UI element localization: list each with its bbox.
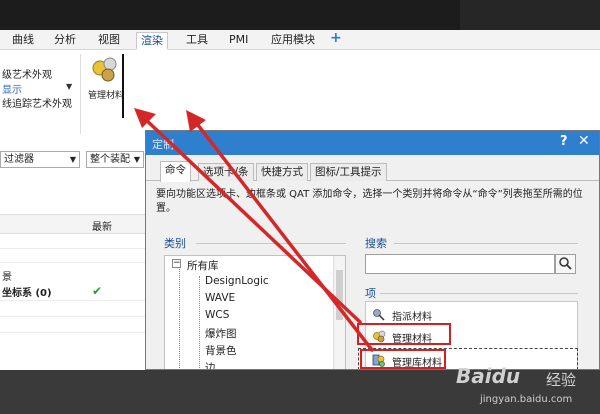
tab-commands[interactable]: 命令 (160, 161, 191, 182)
help-icon[interactable]: ? (560, 134, 568, 149)
list-item-assign-material[interactable]: 指派材料 (366, 304, 579, 324)
column-latest: 最新 (92, 222, 112, 233)
tree-item[interactable]: 背景色 (205, 343, 237, 358)
row-divider (0, 316, 145, 317)
ribbon-tab-bar: 曲线 分析 视图 渲染 工具 PMI 应用模块 + (0, 30, 600, 50)
category-tree[interactable]: − 所有库 DesignLogic WAVE WCS 爆炸图 背景色 边 (164, 255, 346, 369)
tree-scrollbar[interactable] (333, 256, 345, 369)
row-divider (0, 248, 145, 249)
section-divider (380, 293, 578, 294)
plus-icon[interactable]: + (326, 30, 346, 48)
tree-line (179, 262, 180, 369)
watermark-logo: Baidu (456, 364, 521, 388)
tree-line (199, 276, 200, 369)
customize-dialog: 定制 ? ✕ 命令 选项卡/条 快捷方式 图标/工具提示 要向功能区选项卡、边框… (145, 130, 600, 370)
ribbon-item-raytrace-appearance[interactable]: 线追踪艺术外观 (2, 95, 72, 110)
collapse-icon[interactable]: − (172, 259, 181, 268)
ribbon-group-label: 显示 (2, 85, 22, 96)
part-navigator (0, 144, 145, 370)
dialog-title: 定制 (152, 138, 174, 151)
tree-item-all-libraries[interactable]: 所有库 (187, 258, 219, 273)
assign-material-icon (373, 309, 385, 321)
tab-pmi[interactable]: PMI (225, 32, 252, 50)
search-icon (559, 257, 572, 270)
dialog-description: 要向功能区选项卡、边框条或 QAT 添加命令，选择一个类别并将命令从“命令”列表… (156, 189, 583, 214)
tab-tools[interactable]: 工具 (182, 32, 212, 50)
navigator-header: 最新 (0, 214, 145, 234)
navigator-item[interactable]: 坐标系 (0) (2, 284, 52, 299)
search-input[interactable] (365, 254, 555, 274)
row-divider (0, 262, 145, 263)
tab-curve[interactable]: 曲线 (8, 32, 38, 50)
search-button[interactable] (555, 254, 576, 274)
tree-item[interactable]: DesignLogic (205, 275, 269, 287)
tree-item[interactable]: WAVE (205, 292, 235, 304)
close-icon[interactable]: ✕ (578, 133, 590, 149)
watermark: Baidu 经验 jingyan.baidu.com (440, 362, 600, 414)
items-label: 项 (365, 287, 376, 300)
section-divider (394, 243, 578, 244)
highlight-box (360, 349, 446, 369)
assembly-select-value: 整个装配 (90, 154, 130, 165)
ribbon-item-artistic-appearance[interactable]: 级艺术外观 (2, 66, 52, 81)
tab-render[interactable]: 渲染 (136, 32, 168, 50)
filter-select-value: 过滤器 (4, 154, 34, 165)
category-label: 类别 (164, 237, 186, 250)
check-icon: ✔ (92, 284, 103, 298)
materials-icon (92, 57, 117, 82)
row-divider (0, 300, 145, 301)
text-cursor (122, 54, 124, 118)
tab-icons-tooltips[interactable]: 图标/工具提示 (310, 163, 387, 181)
tab-application[interactable]: 应用模块 (267, 32, 319, 50)
tree-item[interactable]: WCS (205, 309, 229, 321)
list-item-label: 指派材料 (392, 312, 432, 323)
ribbon-divider (80, 54, 81, 134)
chevron-down-icon: ▼ (69, 155, 76, 164)
tab-tabs-bars[interactable]: 选项卡/条 (198, 163, 254, 181)
tree-item[interactable]: 边 (205, 360, 216, 369)
tab-view[interactable]: 视图 (94, 32, 124, 50)
chevron-down-icon[interactable]: ▼ (66, 82, 72, 91)
highlight-box (357, 323, 451, 345)
tree-item[interactable]: 爆炸图 (205, 326, 237, 341)
search-label: 搜索 (365, 237, 387, 250)
filter-select[interactable]: 过滤器 ▼ (0, 151, 80, 168)
assembly-select[interactable]: 整个装配 ▼ (86, 151, 144, 168)
dialog-title-bar: 定制 ? ✕ (146, 131, 599, 155)
watermark-url: jingyan.baidu.com (480, 394, 573, 405)
app-window: 曲线 分析 视图 渲染 工具 PMI 应用模块 + 级艺术外观 线追踪艺术外观 … (0, 0, 600, 370)
dialog-tab-bar: 命令 选项卡/条 快捷方式 图标/工具提示 (146, 161, 599, 182)
tab-analysis[interactable]: 分析 (50, 32, 80, 50)
navigator-item[interactable]: 景 (2, 268, 12, 283)
tab-shortcuts[interactable]: 快捷方式 (256, 163, 308, 181)
row-divider (0, 332, 145, 333)
watermark-text: 经验 (546, 371, 577, 389)
section-divider (196, 243, 346, 244)
title-strip (0, 0, 600, 30)
chevron-down-icon: ▼ (133, 155, 140, 164)
